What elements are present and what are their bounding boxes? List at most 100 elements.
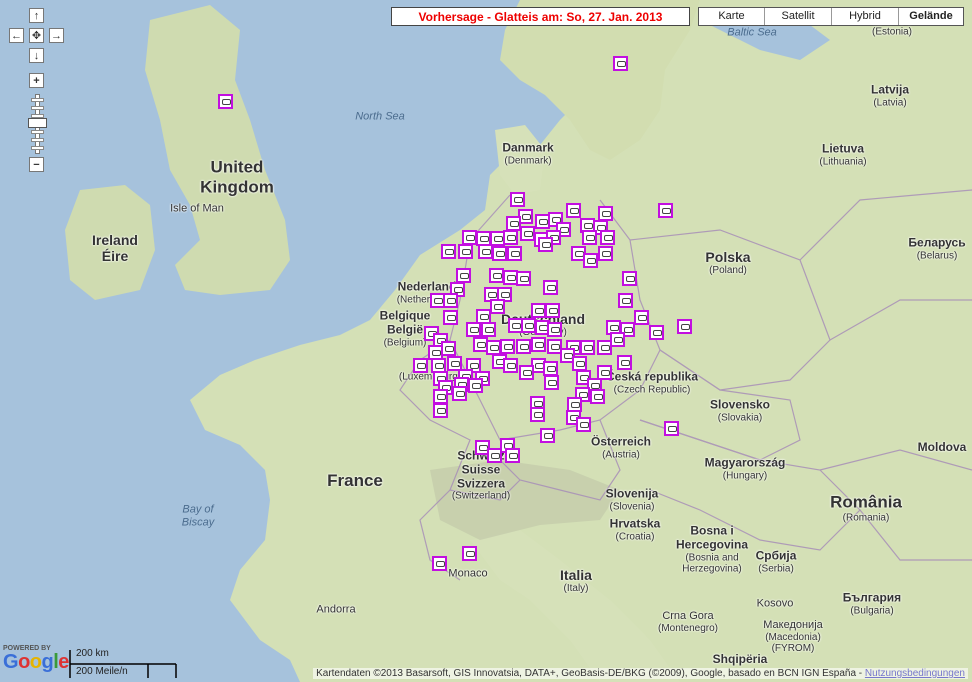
ice-warning-marker[interactable] bbox=[583, 253, 598, 268]
ice-warning-marker[interactable] bbox=[566, 203, 581, 218]
ice-warning-marker[interactable] bbox=[503, 230, 518, 245]
ice-warning-marker[interactable] bbox=[490, 299, 505, 314]
ice-warning-marker[interactable] bbox=[521, 318, 536, 333]
ice-warning-marker[interactable] bbox=[610, 332, 625, 347]
ice-warning-marker[interactable] bbox=[617, 355, 632, 370]
ice-warning-marker[interactable] bbox=[462, 546, 477, 561]
label-andorra: Andorra bbox=[316, 603, 356, 616]
ice-warning-marker[interactable] bbox=[677, 319, 692, 334]
ice-warning-marker[interactable] bbox=[487, 448, 502, 463]
ice-warning-marker[interactable] bbox=[433, 403, 448, 418]
label-ireland: Ireland Éire bbox=[92, 231, 138, 264]
label-macedonia: Македонија (Macedonia) (FYROM) bbox=[763, 619, 823, 655]
ice-warning-marker[interactable] bbox=[547, 322, 562, 337]
label-baltic-sea: Baltic Sea bbox=[727, 26, 777, 39]
ice-warning-marker[interactable] bbox=[452, 386, 467, 401]
label-denmark: Danmark (Denmark) bbox=[502, 140, 554, 167]
ice-warning-marker[interactable] bbox=[618, 293, 633, 308]
ice-warning-marker[interactable] bbox=[516, 271, 531, 286]
ice-warning-marker[interactable] bbox=[664, 421, 679, 436]
ice-warning-marker[interactable] bbox=[590, 389, 605, 404]
arrow-right-icon: → bbox=[51, 30, 62, 42]
ice-warning-marker[interactable] bbox=[505, 448, 520, 463]
forecast-banner: Vorhersage - Glatteis am: So, 27. Jan. 2… bbox=[391, 7, 690, 26]
ice-warning-marker[interactable] bbox=[441, 244, 456, 259]
ice-warning-marker[interactable] bbox=[520, 226, 535, 241]
ice-warning-marker[interactable] bbox=[492, 246, 507, 261]
google-logo[interactable]: POWERED BY Google bbox=[3, 645, 69, 672]
terms-link[interactable]: Nutzungsbedingungen bbox=[865, 668, 965, 679]
label-montenegro: Crna Gora (Montenegro) bbox=[657, 609, 719, 634]
label-isle-of-man: Isle of Man bbox=[170, 202, 224, 215]
map-credits: Kartendaten ©2013 Basarsoft, GIS Innovat… bbox=[313, 668, 968, 679]
ice-warning-marker[interactable] bbox=[649, 325, 664, 340]
ice-warning-marker[interactable] bbox=[634, 310, 649, 325]
ice-warning-marker[interactable] bbox=[544, 375, 559, 390]
ice-warning-marker[interactable] bbox=[458, 244, 473, 259]
ice-warning-marker[interactable] bbox=[580, 340, 595, 355]
center-icon: ✥ bbox=[31, 30, 42, 42]
zoom-slider-handle[interactable] bbox=[28, 118, 47, 128]
ice-warning-marker[interactable] bbox=[478, 244, 493, 259]
ice-warning-marker[interactable] bbox=[468, 378, 483, 393]
ice-warning-marker[interactable] bbox=[466, 322, 481, 337]
ice-warning-marker[interactable] bbox=[543, 280, 558, 295]
label-austria: Österreich (Austria) bbox=[590, 434, 652, 461]
ice-warning-marker[interactable] bbox=[486, 340, 501, 355]
label-united-kingdom: United Kingdom bbox=[200, 157, 274, 196]
ice-warning-marker[interactable] bbox=[516, 339, 531, 354]
ice-warning-marker[interactable] bbox=[218, 94, 233, 109]
ice-warning-marker[interactable] bbox=[572, 356, 587, 371]
map-type-hybrid-button[interactable]: Hybrid bbox=[832, 8, 899, 25]
ice-warning-marker[interactable] bbox=[658, 203, 673, 218]
ice-warning-marker[interactable] bbox=[443, 310, 458, 325]
ice-warning-marker[interactable] bbox=[613, 56, 628, 71]
ice-warning-marker[interactable] bbox=[481, 322, 496, 337]
ice-warning-marker[interactable] bbox=[600, 230, 615, 245]
zoom-out-button[interactable]: − bbox=[29, 157, 44, 172]
ice-warning-marker[interactable] bbox=[441, 341, 456, 356]
ice-warning-marker[interactable] bbox=[543, 361, 558, 376]
map-type-gelaende-button[interactable]: Gelände bbox=[899, 8, 963, 25]
ice-warning-marker[interactable] bbox=[413, 358, 428, 373]
ice-warning-marker[interactable] bbox=[443, 293, 458, 308]
map-type-satellit-button[interactable]: Satellit bbox=[765, 8, 832, 25]
ice-warning-marker[interactable] bbox=[540, 428, 555, 443]
label-czech: Česká republika (Czech Republic) bbox=[605, 369, 699, 396]
ice-warning-marker[interactable] bbox=[622, 271, 637, 286]
zoom-tick bbox=[31, 98, 44, 102]
zoom-tick bbox=[31, 138, 44, 142]
ice-warning-marker[interactable] bbox=[576, 417, 591, 432]
ice-warning-marker[interactable] bbox=[432, 556, 447, 571]
ice-warning-marker[interactable] bbox=[598, 246, 613, 261]
pan-right-button[interactable]: → bbox=[49, 28, 64, 43]
map-type-karte-button[interactable]: Karte bbox=[699, 8, 765, 25]
ice-warning-marker[interactable] bbox=[433, 389, 448, 404]
ice-warning-marker[interactable] bbox=[519, 365, 534, 380]
ice-warning-marker[interactable] bbox=[462, 230, 477, 245]
ice-warning-marker[interactable] bbox=[507, 246, 522, 261]
pan-left-button[interactable]: ← bbox=[9, 28, 24, 43]
pan-center-button[interactable]: ✥ bbox=[29, 28, 44, 43]
map-canvas[interactable]: Vorhersage - Glatteis am: So, 27. Jan. 2… bbox=[0, 0, 972, 682]
credits-text: Kartendaten ©2013 Basarsoft, GIS Innovat… bbox=[316, 668, 865, 679]
ice-warning-marker[interactable] bbox=[545, 303, 560, 318]
ice-warning-marker[interactable] bbox=[582, 230, 597, 245]
ice-warning-marker[interactable] bbox=[500, 339, 515, 354]
label-latvia: Latvija (Latvia) bbox=[870, 82, 910, 109]
pan-down-button[interactable]: ↓ bbox=[29, 48, 44, 63]
ice-warning-marker[interactable] bbox=[598, 206, 613, 221]
ice-warning-marker[interactable] bbox=[531, 303, 546, 318]
zoom-in-button[interactable]: + bbox=[29, 73, 44, 88]
ice-warning-marker[interactable] bbox=[456, 268, 471, 283]
label-bay-of-biscay: Bay of Biscay bbox=[181, 503, 215, 528]
ice-warning-marker[interactable] bbox=[506, 216, 521, 231]
ice-warning-marker[interactable] bbox=[503, 358, 518, 373]
ice-warning-marker[interactable] bbox=[531, 337, 546, 352]
ice-warning-marker[interactable] bbox=[530, 407, 545, 422]
label-polska: Polska (Poland) bbox=[705, 249, 751, 277]
pan-up-button[interactable]: ↑ bbox=[29, 8, 44, 23]
ice-warning-marker[interactable] bbox=[538, 237, 553, 252]
ice-warning-marker[interactable] bbox=[510, 192, 525, 207]
ice-warning-marker[interactable] bbox=[489, 268, 504, 283]
